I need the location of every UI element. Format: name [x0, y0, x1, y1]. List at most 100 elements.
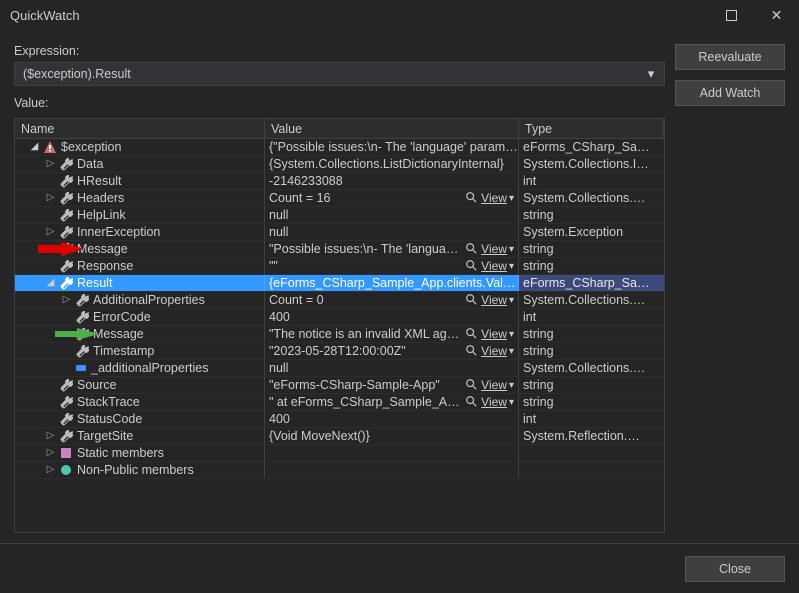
row-name: Timestamp — [93, 344, 154, 358]
grid-row[interactable]: StackTrace" at eForms_CSharp_Sample_App.… — [15, 394, 664, 411]
row-type: System.Exception — [523, 225, 623, 239]
column-name[interactable]: Name — [15, 119, 265, 138]
row-name: TargetSite — [77, 429, 133, 443]
grid-row[interactable]: Timestamp"2023-05-28T12:00:00Z"View▾stri… — [15, 343, 664, 360]
toggle-spacer — [45, 210, 56, 221]
view-link[interactable]: View — [481, 259, 507, 273]
wrench-icon — [59, 157, 73, 171]
view-dropdown-icon[interactable]: ▾ — [509, 261, 514, 272]
wrench-icon — [59, 225, 73, 239]
row-name: AdditionalProperties — [93, 293, 205, 307]
collapse-toggle[interactable]: ◢ — [29, 142, 40, 153]
close-button[interactable]: Close — [685, 556, 785, 582]
view-dropdown-icon[interactable]: ▾ — [509, 244, 514, 255]
grid-row[interactable]: ▷Static members — [15, 445, 664, 462]
view-link[interactable]: View — [481, 293, 507, 307]
grid-row[interactable]: StatusCode400int — [15, 411, 664, 428]
grid-row[interactable]: Message"The notice is an invalid XML aga… — [15, 326, 664, 343]
expand-toggle[interactable]: ▷ — [45, 193, 56, 204]
row-name: $exception — [61, 140, 121, 154]
grid-row[interactable]: ▷HeadersCount = 16View▾System.Collection… — [15, 190, 664, 207]
view-link[interactable]: View — [481, 378, 507, 392]
wrench-icon — [59, 208, 73, 222]
close-window-button[interactable]: ✕ — [754, 0, 799, 30]
row-value: {Void MoveNext()} — [269, 429, 518, 443]
visualizer-icon[interactable] — [465, 191, 479, 205]
row-name: Source — [77, 378, 117, 392]
view-dropdown-icon[interactable]: ▾ — [509, 295, 514, 306]
wrench-icon — [75, 293, 89, 307]
grid-row[interactable]: ▷Data{System.Collections.ListDictionaryI… — [15, 156, 664, 173]
toggle-spacer — [45, 414, 56, 425]
column-type[interactable]: Type — [519, 119, 664, 138]
view-dropdown-icon[interactable]: ▾ — [509, 346, 514, 357]
row-name: Non-Public members — [77, 463, 194, 477]
grid-row[interactable]: ▷ Non-Public members — [15, 462, 664, 479]
grid-row[interactable]: ▷AdditionalPropertiesCount = 0View▾Syste… — [15, 292, 664, 309]
grid-body[interactable]: ◢$exception{"Possible issues:\n- The 'la… — [15, 139, 664, 532]
view-link[interactable]: View — [481, 242, 507, 256]
view-link[interactable]: View — [481, 344, 507, 358]
grid-row[interactable]: ▷TargetSite{Void MoveNext()}System.Refle… — [15, 428, 664, 445]
row-name: Data — [77, 157, 103, 171]
toggle-spacer — [61, 312, 72, 323]
grid-row[interactable]: _additionalPropertiesnullSystem.Collecti… — [15, 360, 664, 377]
grid-row[interactable]: HResult-2146233088int — [15, 173, 664, 190]
row-type: string — [523, 395, 554, 409]
arrow-red-icon — [61, 242, 84, 256]
wrench-icon — [59, 395, 73, 409]
row-name: _additionalProperties — [91, 361, 208, 375]
row-name: InnerException — [77, 225, 160, 239]
expand-toggle[interactable]: ▷ — [45, 227, 56, 238]
arrow-green-icon — [77, 328, 99, 340]
quickwatch-window: QuickWatch ✕ Expression: ▾ Value: Name V… — [0, 0, 799, 593]
window-title: QuickWatch — [10, 8, 80, 23]
toggle-spacer — [61, 363, 72, 374]
expand-toggle[interactable]: ▷ — [45, 431, 56, 442]
expand-toggle[interactable]: ▷ — [45, 448, 56, 459]
view-link[interactable]: View — [481, 191, 507, 205]
view-dropdown-icon[interactable]: ▾ — [509, 193, 514, 204]
reevaluate-button[interactable]: Reevaluate — [675, 44, 785, 70]
grid-row[interactable]: ◢$exception{"Possible issues:\n- The 'la… — [15, 139, 664, 156]
expand-toggle[interactable]: ▷ — [45, 465, 56, 476]
row-name: Message — [77, 242, 128, 256]
row-value: 400 — [269, 412, 518, 426]
collapse-toggle[interactable]: ◢ — [45, 278, 56, 289]
expression-combobox[interactable]: ▾ — [14, 62, 665, 86]
visualizer-icon[interactable] — [465, 242, 479, 256]
row-type: eForms_CSharp_Sa… — [523, 140, 649, 154]
grid-row[interactable]: ◢Result{eForms_CSharp_Sample_App.clients… — [15, 275, 664, 292]
grid-row[interactable]: ErrorCode400int — [15, 309, 664, 326]
row-type: string — [523, 208, 554, 222]
visualizer-icon[interactable] — [465, 378, 479, 392]
view-dropdown-icon[interactable]: ▾ — [509, 329, 514, 340]
chevron-down-icon[interactable]: ▾ — [642, 66, 660, 82]
row-value: "eForms-CSharp-Sample-App" — [269, 378, 463, 392]
grid-row[interactable]: Message"Possible issues:\n- The 'languag… — [15, 241, 664, 258]
grid-row[interactable]: HelpLinknullstring — [15, 207, 664, 224]
expand-toggle[interactable]: ▷ — [45, 159, 56, 170]
grid-row[interactable]: ▷InnerExceptionnullSystem.Exception — [15, 224, 664, 241]
visualizer-icon[interactable] — [465, 259, 479, 273]
expression-input[interactable] — [21, 66, 642, 82]
view-link[interactable]: View — [481, 395, 507, 409]
maximize-button[interactable] — [709, 0, 754, 30]
visualizer-icon[interactable] — [465, 293, 479, 307]
add-watch-button[interactable]: Add Watch — [675, 80, 785, 106]
view-link[interactable]: View — [481, 327, 507, 341]
row-type: string — [523, 259, 554, 273]
grid-row[interactable]: Response""View▾string — [15, 258, 664, 275]
visualizer-icon[interactable] — [465, 344, 479, 358]
column-value[interactable]: Value — [265, 119, 519, 138]
grid-row[interactable]: Source"eForms-CSharp-Sample-App"View▾str… — [15, 377, 664, 394]
view-dropdown-icon[interactable]: ▾ — [509, 397, 514, 408]
row-value: Count = 16 — [269, 191, 463, 205]
view-dropdown-icon[interactable]: ▾ — [509, 380, 514, 391]
visualizer-icon[interactable] — [465, 395, 479, 409]
expand-toggle[interactable]: ▷ — [61, 295, 72, 306]
row-name: Result — [77, 276, 112, 290]
visualizer-icon[interactable] — [465, 327, 479, 341]
row-value: null — [269, 361, 518, 375]
row-value: null — [269, 208, 518, 222]
